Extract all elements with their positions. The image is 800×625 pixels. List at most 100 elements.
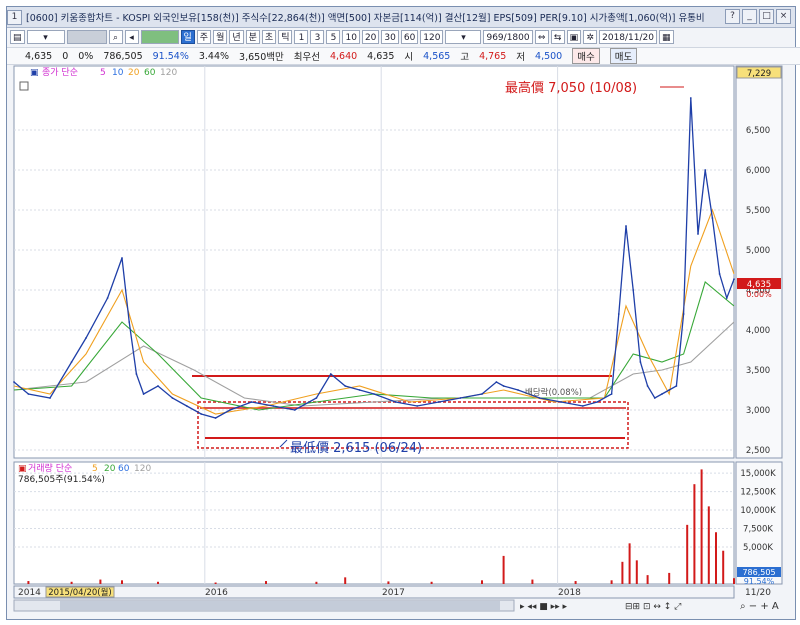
volume-bar xyxy=(715,532,717,584)
volume-tick-label: 12,500K xyxy=(740,488,776,498)
price-point xyxy=(632,289,635,291)
volume-current-label: 786,505주(91.54%) xyxy=(18,474,105,485)
price-point xyxy=(329,373,332,375)
price-point xyxy=(250,401,253,403)
scrollbar-thumb[interactable] xyxy=(60,601,500,610)
price-tick-label: 3,000 xyxy=(746,406,770,416)
current-price-pct: 0.00% xyxy=(746,290,772,299)
legend-ma10: 10 xyxy=(112,68,124,78)
volume-bar xyxy=(722,550,725,584)
price-point xyxy=(459,397,462,399)
price-legend-label: 종가 단순 xyxy=(42,67,78,78)
price-point xyxy=(171,397,174,399)
price-point xyxy=(581,405,584,407)
price-point xyxy=(358,389,361,391)
volume-bar xyxy=(668,572,671,584)
high-price-annotation: 最高價 7,050 (10/08) xyxy=(505,80,637,96)
price-point xyxy=(725,297,728,299)
price-point xyxy=(682,313,685,315)
price-point xyxy=(697,233,699,235)
volume-bar xyxy=(610,580,613,584)
volume-bar xyxy=(481,580,483,584)
price-point xyxy=(502,385,505,387)
volume-bar xyxy=(693,484,696,584)
volume-tick-label: 5,000K xyxy=(743,543,773,553)
volume-legend-box[interactable]: ▣ xyxy=(18,464,27,474)
price-legend-box[interactable]: ▣ xyxy=(30,68,39,78)
price-point xyxy=(200,413,203,415)
price-tick-label: 4,000 xyxy=(746,326,770,336)
price-point xyxy=(135,373,138,375)
volume-bar xyxy=(344,577,347,584)
price-axis-panel xyxy=(735,65,783,459)
price-tick-label: 6,000 xyxy=(746,166,770,176)
price-point xyxy=(157,385,159,387)
price-point xyxy=(718,273,721,275)
price-point xyxy=(373,393,375,395)
vlegend-ma60: 60 xyxy=(118,464,130,474)
price-point xyxy=(596,401,599,403)
volume-bar xyxy=(621,561,624,584)
volume-bar xyxy=(700,469,703,584)
volume-current-pct: 91.54% xyxy=(744,577,775,586)
price-point xyxy=(315,397,318,399)
volume-bar xyxy=(315,581,318,584)
vlegend-ma120: 120 xyxy=(134,464,151,474)
price-point xyxy=(128,321,131,323)
price-tick-label: 5,500 xyxy=(746,206,770,216)
legend-ma120: 120 xyxy=(160,68,177,78)
price-point xyxy=(733,278,735,281)
price-tick-label: 5,000 xyxy=(746,246,770,256)
price-tick-label: 2,500 xyxy=(746,446,770,456)
vlegend-ma20: 20 xyxy=(104,464,116,474)
price-point xyxy=(639,361,642,363)
volume-legend-label: 거래량 단순 xyxy=(28,462,72,474)
volume-current-value: 786,505 xyxy=(742,568,775,577)
price-point xyxy=(437,401,440,403)
zoom-plus-minus-icons[interactable]: ⌕ − + A xyxy=(740,601,779,612)
price-point xyxy=(106,297,109,299)
time-label-2014: 2014 xyxy=(18,588,41,598)
price-point xyxy=(13,381,15,383)
price-point xyxy=(344,385,347,387)
price-point xyxy=(229,409,231,411)
volume-bar xyxy=(430,581,433,584)
volume-bar xyxy=(628,543,631,584)
time-label-2017: 2017 xyxy=(382,588,405,598)
legend-ma60: 60 xyxy=(144,68,156,78)
current-price-label: 4,635 xyxy=(747,280,771,290)
volume-tick-label: 7,500K xyxy=(743,525,773,535)
price-point xyxy=(517,389,519,391)
scroll-nav-icons[interactable]: ▸ ◂◂ ■ ▸▸ ▸ xyxy=(520,602,568,612)
price-point xyxy=(689,97,692,99)
volume-bar xyxy=(157,581,159,584)
volume-bar xyxy=(635,560,638,584)
top-price-label: 7,229 xyxy=(747,69,771,79)
price-point xyxy=(625,225,627,227)
price-point xyxy=(617,313,620,315)
ex-dividend-annotation: 배당락(0.08%) xyxy=(525,387,582,398)
vlegend-ma5: 5 xyxy=(92,464,98,474)
price-point xyxy=(560,401,563,403)
volume-bar xyxy=(99,579,102,584)
price-point xyxy=(661,393,663,395)
volume-bar xyxy=(531,579,534,584)
price-point xyxy=(495,381,498,383)
volume-bar xyxy=(502,555,505,584)
volume-bar xyxy=(646,575,649,584)
volume-panel xyxy=(13,461,735,585)
volume-bar xyxy=(121,580,123,584)
volume-bar xyxy=(70,581,73,584)
panel-icon[interactable] xyxy=(19,81,29,91)
price-point xyxy=(214,417,217,419)
zoom-tools-icons[interactable]: ⊟⊞ ⊡ ↔ ↕ ⤢ xyxy=(625,602,681,612)
price-point xyxy=(610,393,613,395)
time-label-2018: 2018 xyxy=(558,588,581,598)
volume-bar xyxy=(387,581,390,584)
price-point xyxy=(185,405,188,407)
volume-bar xyxy=(707,506,710,584)
volume-bar xyxy=(686,524,689,584)
price-point xyxy=(293,409,296,411)
price-point xyxy=(85,337,87,339)
chart-canvas[interactable]: 2,5003,0003,5004,0004,5005,0005,5006,000… xyxy=(0,0,800,625)
